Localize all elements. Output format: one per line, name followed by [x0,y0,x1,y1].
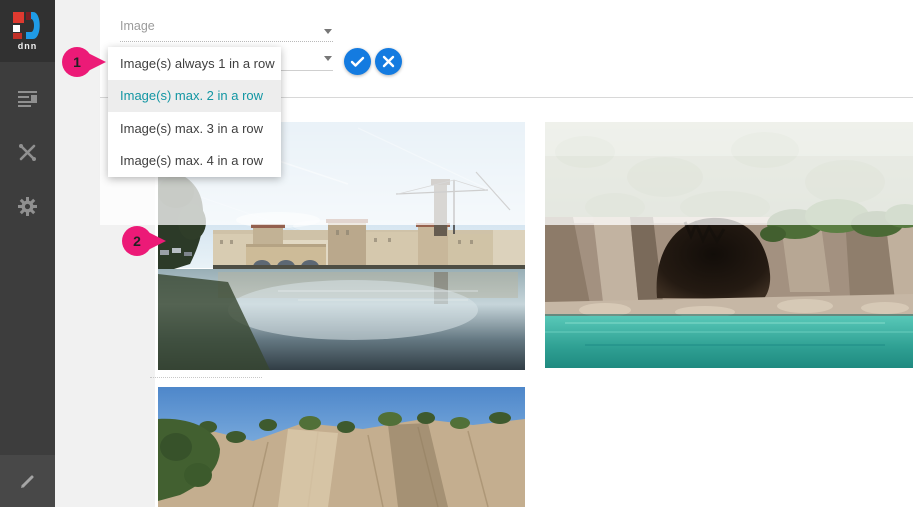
cliff-photo [158,387,525,507]
image-field-label: Image [120,19,155,33]
dropdown-item-4-in-a-row[interactable]: Image(s) max. 4 in a row [108,145,281,178]
dropdown-item-1-in-a-row[interactable]: Image(s) always 1 in a row [108,47,281,80]
sidebar-item-content[interactable] [0,78,55,118]
dnn-edit-screen: Image Image(s) always 1 in a row Image(s… [0,0,913,507]
layout-select-chevron-down-icon[interactable] [324,56,332,61]
settings-gear-icon [17,196,38,217]
callout-badge-1: 1 [62,47,106,77]
sidebar-item-tools[interactable] [0,132,55,172]
dnn-logo-icon [13,12,43,39]
dropdown-item-2-in-a-row[interactable]: Image(s) max. 2 in a row [108,80,281,113]
callout-badge-2: 2 [122,226,166,256]
sidebar-edit-section[interactable] [0,455,55,507]
confirm-button[interactable] [344,48,371,75]
dnn-logo-text: dnn [18,41,38,51]
dropdown-item-3-in-a-row[interactable]: Image(s) max. 3 in a row [108,112,281,145]
persona-bar-sidebar: dnn [0,0,55,507]
module-boundary-dotted-line [150,377,262,378]
image-select-chevron-down-icon[interactable] [324,29,332,34]
sidebar-item-settings[interactable] [0,186,55,226]
callout-badge-2-number: 2 [133,233,141,249]
edit-pencil-icon [19,472,37,490]
tools-icon [17,142,38,163]
gallery-image-cliff[interactable] [158,387,525,507]
row-layout-dropdown-menu: Image(s) always 1 in a row Image(s) max.… [108,47,281,177]
image-field-underline [120,41,333,42]
close-icon [375,48,402,75]
check-icon [344,48,371,75]
cancel-button[interactable] [375,48,402,75]
layout-field-underline [281,70,333,71]
callout-badge-1-number: 1 [73,54,81,70]
dnn-logo-button[interactable]: dnn [0,0,55,62]
content-icon [17,88,38,109]
